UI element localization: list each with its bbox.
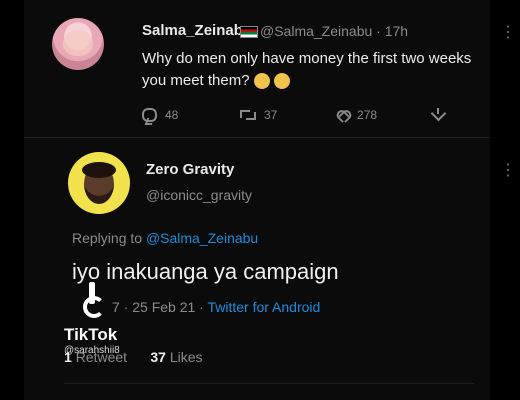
tiktok-icon [80, 282, 105, 318]
tweet2-timestamp: 7 · 25 Feb 21 · [112, 299, 204, 315]
more-icon[interactable]: ⋮ [500, 22, 517, 42]
retweet-action[interactable]: 37 [240, 108, 277, 122]
like-count: 278 [357, 108, 378, 122]
heart-icon [337, 110, 349, 120]
avatar[interactable] [52, 18, 104, 70]
tiktok-brand: TikTok [64, 325, 118, 344]
share-icon [432, 107, 444, 119]
replying-handle[interactable]: @Salma_Zeinabu [146, 230, 258, 246]
retweets-label[interactable]: Retweet [76, 349, 127, 365]
tweet1-meta: @Salma_Zeinabu · 17h [260, 23, 409, 39]
retweet-icon [240, 110, 256, 120]
likes-count[interactable]: 37 [150, 349, 166, 365]
reply-action[interactable]: 48 [142, 108, 178, 122]
tweet-screenshot: Salma_Zeinab @Salma_Zeinabu · 17h ⋮ Why … [24, 0, 516, 400]
tweet2-app[interactable]: Twitter for Android [207, 299, 320, 315]
tweet1-text: Why do men only have money the first two… [142, 48, 492, 92]
bottom-divider [64, 383, 474, 393]
tweet1-author-name[interactable]: Salma_Zeinab [142, 22, 243, 39]
reply-count: 48 [165, 108, 179, 122]
reply-icon [142, 108, 157, 122]
likes-label[interactable]: Likes [170, 349, 203, 365]
tweet2-stats: 1 Retweet 37 Likes [64, 349, 203, 365]
tweet2-author-name[interactable]: Zero Gravity [146, 161, 234, 178]
emoji-icon [253, 73, 270, 90]
divider [24, 137, 490, 138]
replying-prefix: Replying to [72, 230, 143, 246]
kenya-flag-icon [240, 26, 258, 38]
retweets-count[interactable]: 1 [64, 349, 72, 365]
share-action[interactable] [432, 107, 444, 119]
tweet2-timestamp-line: 7 · 25 Feb 21 · Twitter for Android [112, 299, 320, 315]
tweet2-handle[interactable]: @iconicc_gravity [146, 187, 252, 203]
emoji-icon [273, 73, 290, 90]
tweet2-text: iyo inakuanga ya campaign [72, 259, 339, 284]
tweet1-text-content: Why do men only have money the first two… [142, 50, 472, 89]
more-icon[interactable]: ⋮ [500, 160, 517, 180]
retweet-count: 37 [264, 108, 278, 122]
like-action[interactable]: 278 [337, 108, 377, 122]
avatar[interactable] [68, 152, 130, 214]
replying-to: Replying to @Salma_Zeinabu [72, 230, 258, 246]
